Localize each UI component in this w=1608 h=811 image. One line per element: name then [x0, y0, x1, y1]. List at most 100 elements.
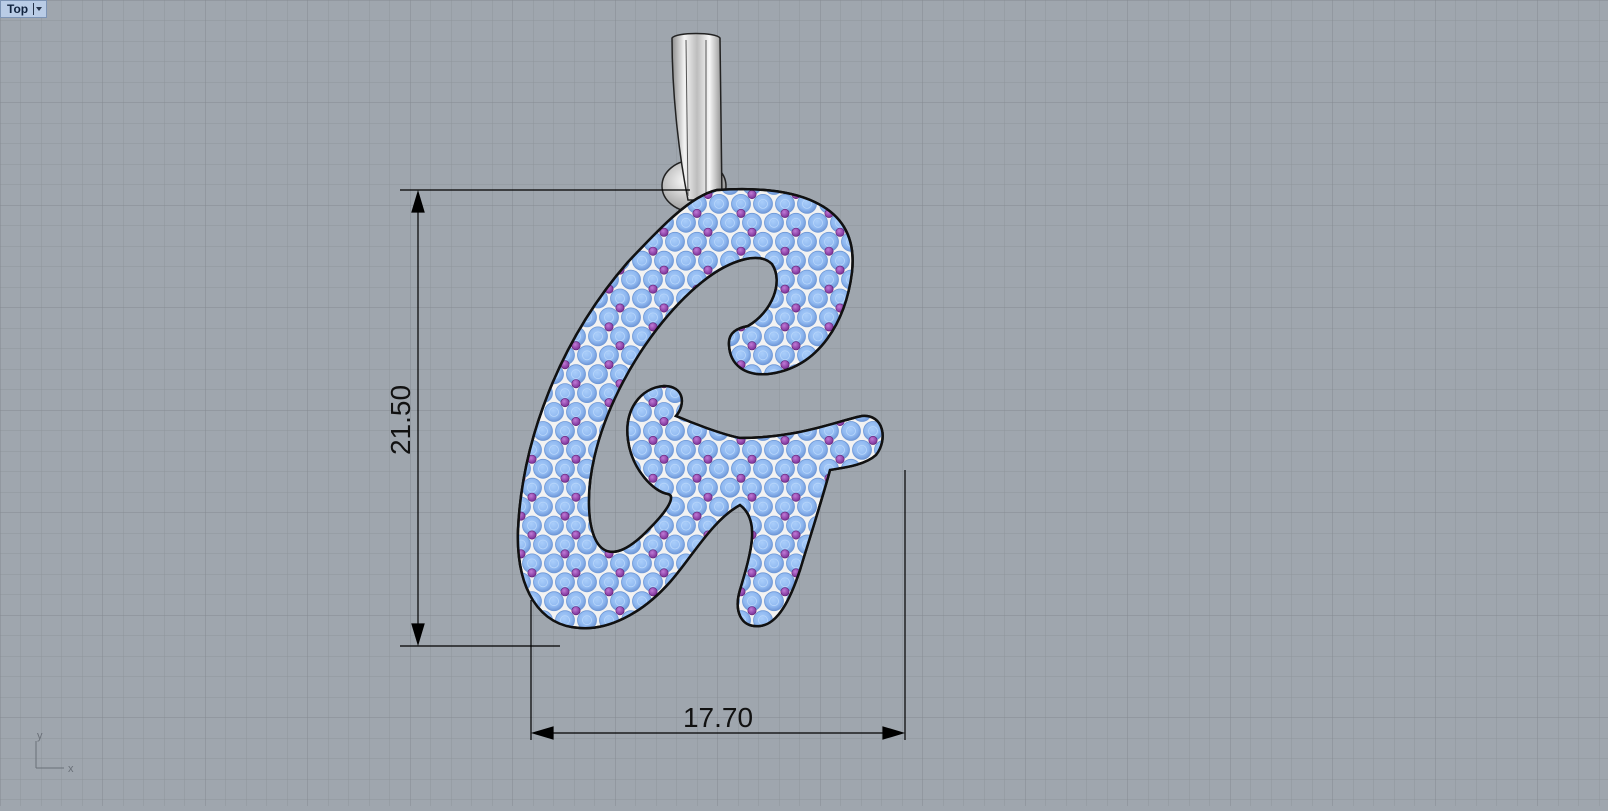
purple-stone — [736, 473, 746, 483]
purple-stone — [571, 568, 581, 578]
blue-stone — [753, 572, 773, 593]
purple-stone — [571, 416, 581, 426]
purple-stone — [747, 227, 757, 237]
purple-stone — [560, 587, 570, 597]
blue-stone — [720, 212, 740, 233]
purple-stone — [747, 492, 757, 502]
dimension-width-label: 17.70 — [683, 702, 753, 733]
blue-stone — [764, 439, 784, 460]
blue-stone — [709, 458, 729, 479]
blue-stone — [588, 553, 608, 574]
purple-stone — [703, 492, 713, 502]
blue-stone — [797, 269, 817, 290]
purple-stone — [791, 227, 801, 237]
blue-stone — [533, 496, 553, 517]
viewport-canvas[interactable]: 21.50 17.70 y x — [0, 0, 1608, 806]
purple-stone — [868, 435, 878, 445]
purple-stone — [747, 606, 757, 616]
blue-stone — [753, 534, 773, 555]
purple-stone — [604, 322, 614, 332]
blue-stone — [709, 496, 729, 517]
blue-stone — [676, 439, 696, 460]
blue-stone — [841, 421, 861, 441]
purple-stone — [527, 492, 537, 502]
purple-stone — [648, 246, 658, 256]
purple-stone — [527, 530, 537, 540]
blue-stone — [753, 496, 773, 517]
purple-stone — [615, 568, 625, 578]
purple-stone — [648, 549, 658, 559]
purple-stone — [571, 379, 581, 389]
axis-x-label: x — [68, 763, 74, 775]
purple-stone — [692, 473, 702, 483]
blue-stone — [588, 326, 608, 347]
purple-stone — [780, 246, 790, 256]
blue-stone — [676, 250, 696, 271]
purple-stone — [659, 568, 669, 578]
purple-stone — [648, 473, 658, 483]
purple-stone — [560, 435, 570, 445]
purple-stone — [736, 246, 746, 256]
purple-stone — [659, 265, 669, 275]
blue-stone — [632, 288, 652, 309]
purple-stone — [791, 303, 801, 313]
grid-major — [0, 0, 1608, 806]
blue-stone — [544, 402, 564, 422]
purple-stone — [747, 568, 757, 578]
blue-stone — [665, 269, 685, 290]
purple-stone — [571, 530, 581, 540]
purple-stone — [791, 454, 801, 464]
blue-stone — [808, 439, 828, 460]
blue-stone — [808, 212, 828, 233]
purple-stone — [835, 454, 845, 464]
purple-stone — [824, 284, 834, 294]
purple-stone — [692, 208, 702, 218]
purple-stone — [604, 360, 614, 370]
purple-stone — [560, 398, 570, 408]
blue-stone — [753, 345, 773, 366]
blue-stone — [676, 212, 696, 233]
purple-stone — [692, 435, 702, 445]
blue-stone — [852, 439, 872, 460]
purple-stone — [659, 530, 669, 540]
viewport-menu-arrow-icon[interactable] — [36, 7, 43, 11]
purple-stone — [527, 568, 537, 578]
blue-stone — [621, 269, 641, 290]
blue-stone — [808, 250, 828, 271]
blue-stone — [808, 288, 828, 309]
blue-stone — [544, 477, 564, 498]
blue-stone — [577, 383, 597, 404]
purple-stone — [791, 341, 801, 351]
purple-stone — [692, 246, 702, 256]
blue-stone — [753, 231, 773, 252]
blue-stone — [676, 515, 696, 536]
blue-stone — [577, 572, 597, 593]
purple-stone — [703, 265, 713, 275]
purple-stone — [615, 303, 625, 313]
tab-separator — [33, 3, 35, 15]
blue-stone — [753, 193, 773, 214]
purple-stone — [747, 341, 757, 351]
blue-stone — [544, 553, 564, 574]
purple-stone — [780, 360, 790, 370]
purple-stone — [560, 511, 570, 521]
purple-stone — [824, 246, 834, 256]
purple-stone — [648, 398, 658, 408]
purple-stone — [659, 303, 669, 313]
blue-stone — [621, 307, 641, 328]
blue-stone — [588, 364, 608, 385]
blue-stone — [533, 572, 553, 593]
blue-stone — [665, 458, 685, 479]
blue-stone — [797, 307, 817, 328]
purple-stone — [648, 284, 658, 294]
purple-stone — [571, 492, 581, 502]
purple-stone — [648, 435, 658, 445]
blue-stone — [632, 402, 652, 422]
blue-stone — [588, 591, 608, 612]
viewport-title-tab[interactable]: Top — [0, 0, 47, 18]
purple-stone — [615, 606, 625, 616]
perspective-viewport[interactable]: 21.50 17.70 y x Top — [0, 0, 1608, 806]
blue-stone — [753, 458, 773, 479]
blue-stone — [764, 212, 784, 233]
purple-stone — [747, 454, 757, 464]
